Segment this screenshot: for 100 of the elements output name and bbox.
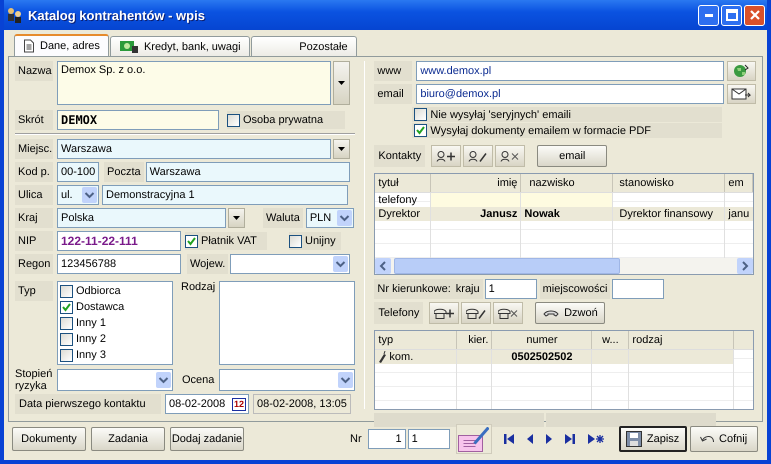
table-cell: Dyrektor [375, 207, 432, 221]
undo-button[interactable]: Cofnij [690, 426, 758, 452]
checkbox-label: Unijny [305, 235, 336, 247]
field-label: Kod p. [15, 162, 53, 182]
tab[interactable]: Kredyt, bank, uwagi [110, 36, 250, 56]
previous-record-icon[interactable] [526, 434, 533, 444]
calendar-icon[interactable]: 12 [232, 398, 246, 410]
chevron-icon [333, 256, 348, 272]
dropdown-button[interactable] [228, 208, 245, 228]
currency-dropdown[interactable]: PLN [306, 208, 354, 228]
filter-field[interactable] [431, 193, 522, 207]
column-header[interactable]: numer [492, 331, 592, 349]
column-header[interactable]: nazwisko [521, 174, 614, 192]
last-record-icon[interactable] [564, 434, 575, 444]
column-header[interactable]: stanowisko [613, 174, 726, 192]
scroll-right-icon[interactable] [737, 258, 754, 274]
footer-button[interactable]: Dokumenty [12, 427, 86, 451]
province-dropdown[interactable] [230, 254, 350, 274]
checkbox-label: Inny 3 [76, 349, 106, 361]
field-label: Waluta [263, 208, 303, 228]
tax-id-field[interactable]: 122-11-22-111 [57, 231, 181, 251]
country-code-field[interactable]: 1 [484, 279, 537, 299]
caret-icon [233, 216, 240, 220]
field-label: NIP [15, 231, 53, 251]
checkbox-label: Płatnik VAT [201, 235, 257, 247]
footer-button[interactable]: Dodaj zadanie [170, 427, 244, 451]
globe-icon [733, 64, 750, 78]
checkbox-label: Odbiorca [76, 285, 121, 297]
chevron-icon [82, 187, 97, 203]
postal-code-field[interactable]: 00-100 [57, 162, 99, 182]
banknote-icon [118, 40, 139, 54]
street-prefix-dropdown[interactable]: ul. [57, 185, 99, 205]
scroll-left-icon[interactable] [375, 258, 392, 274]
next-record-icon[interactable] [546, 434, 552, 444]
field-label: Typ [15, 281, 53, 301]
column-header[interactable]: imię [431, 174, 522, 192]
record-number-field[interactable]: 1 [368, 429, 406, 449]
risk-dropdown[interactable] [57, 369, 173, 391]
post-office-field[interactable]: Warszawa [146, 162, 350, 182]
checkbox[interactable] [414, 108, 428, 121]
call-button[interactable]: Dzwoń [535, 302, 606, 324]
email-button[interactable]: email [537, 145, 608, 167]
column-header[interactable]: em [725, 174, 754, 192]
field-label: Wojew. [187, 254, 228, 274]
delete-phone-button[interactable] [493, 302, 524, 324]
caret-icon [338, 147, 345, 151]
table-cell: Nowak [521, 207, 614, 221]
website-field[interactable]: www.demox.pl [416, 61, 724, 81]
scrollbar[interactable] [375, 258, 754, 274]
maximize-button[interactable] [721, 4, 742, 26]
checkbox[interactable] [60, 284, 73, 298]
table-cell-text: janu [727, 207, 750, 221]
add-phone-button[interactable] [429, 302, 460, 324]
short-name-field[interactable]: DEMOX [57, 110, 219, 130]
edit-phone-button[interactable] [461, 302, 492, 324]
checkbox[interactable] [60, 316, 73, 330]
delete-person-button[interactable] [495, 145, 526, 167]
minimize-button[interactable] [698, 4, 719, 26]
name-field[interactable]: Demox Sp. z o.o. [57, 61, 331, 105]
street-field[interactable]: Demonstracyjna 1 [102, 185, 348, 205]
checkbox[interactable] [60, 348, 73, 362]
filter-field[interactable] [521, 193, 614, 207]
checkbox[interactable] [227, 114, 240, 126]
field-label: Nr kierunkowe: [377, 283, 451, 295]
column-header[interactable]: rodzaj [629, 331, 734, 349]
edit-phone-icon [466, 308, 486, 318]
new-record-icon[interactable] [588, 434, 604, 444]
column-header[interactable]: w... [592, 331, 630, 349]
area-code-field[interactable] [612, 279, 664, 299]
edit-person-button[interactable] [463, 145, 494, 167]
column-header[interactable]: kier. [457, 331, 492, 349]
checkbox[interactable] [60, 332, 73, 346]
country-field[interactable]: Polska [57, 208, 226, 228]
tab[interactable]: Dane, adres [14, 34, 109, 56]
scroll-thumb[interactable] [394, 258, 620, 274]
note-button[interactable] [456, 424, 492, 454]
checkbox[interactable] [60, 300, 73, 314]
rating-dropdown[interactable] [219, 369, 356, 391]
regon-field[interactable]: 123456788 [57, 254, 181, 274]
field-label: Poczta [104, 162, 144, 182]
dropdown-button[interactable] [333, 139, 350, 159]
close-button[interactable] [744, 4, 765, 26]
tab[interactable]: Pozostałe [250, 36, 357, 56]
save-button[interactable]: Zapisz [618, 426, 687, 452]
add-person-button[interactable] [431, 145, 462, 167]
column-header[interactable]: tytuł [375, 174, 432, 192]
footer-button[interactable]: Zadania [91, 427, 165, 451]
checkbox[interactable] [185, 234, 198, 248]
timestamp-field: 08-02-2008, 13:05 [253, 394, 351, 414]
city-field[interactable]: Warszawa [57, 139, 331, 159]
envelope-button[interactable] [726, 84, 756, 104]
column-header[interactable]: typ [375, 331, 458, 349]
checkbox[interactable] [414, 124, 428, 137]
field-label: Kraj [15, 208, 53, 228]
date-field[interactable]: 08-02-2008 12 [165, 394, 249, 414]
minimize-icon [704, 14, 712, 16]
category-list[interactable] [219, 281, 355, 365]
email-field[interactable]: biuro@demox.pl [416, 84, 724, 104]
first-record-icon[interactable] [504, 434, 514, 444]
checkbox[interactable] [289, 234, 302, 248]
